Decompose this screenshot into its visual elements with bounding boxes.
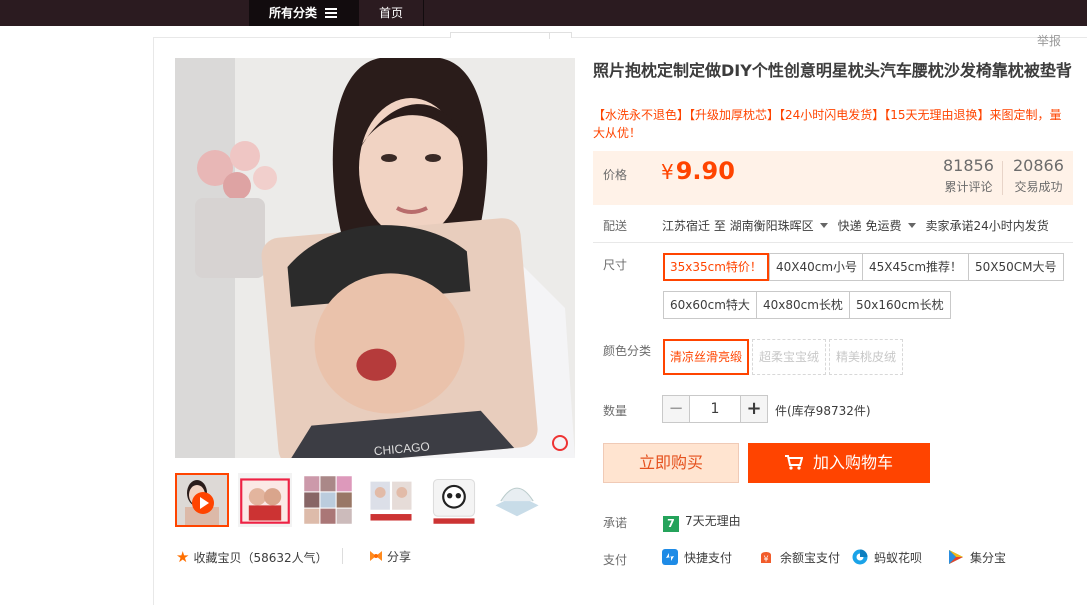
seven-day-icon: 7	[663, 516, 679, 532]
report-link[interactable]: 举报	[1037, 32, 1061, 49]
share-label: 分享	[387, 550, 412, 564]
share-icon	[370, 551, 382, 561]
ship-from: 江苏宿迁 至	[662, 219, 726, 233]
sales-label: 交易成功	[1014, 180, 1063, 194]
thumbnail-6[interactable]	[490, 473, 544, 527]
favorite-label: 收藏宝贝（58632人气）	[193, 551, 328, 565]
color-option[interactable]: 清凉丝滑亮缎	[663, 339, 750, 375]
color-option[interactable]: 精美桃皮绒	[829, 339, 904, 375]
ship-method-select[interactable]: 快递 免运费	[838, 219, 926, 233]
ship-to-label: 湖南衡阳珠晖区	[729, 219, 814, 233]
dropdown-stub	[450, 32, 572, 39]
size-option[interactable]: 40X40cm小号	[769, 253, 865, 281]
thumbnail-5[interactable]	[427, 473, 481, 527]
chevron-down-icon	[819, 223, 828, 228]
quantity-input[interactable]: 1	[689, 395, 741, 423]
product-title: 照片抱枕定制定做DIY个性创意明星枕头汽车腰枕沙发椅靠枕被垫背	[593, 61, 1072, 80]
size-label: 尺寸	[603, 258, 628, 272]
payment-label: 支付	[603, 553, 628, 567]
reviews-label: 累计评论	[944, 180, 993, 194]
add-to-cart-button[interactable]: 加入购物车	[748, 443, 930, 483]
shipping-label: 配送	[603, 219, 628, 233]
stock-info: 件(库存98732件)	[775, 404, 871, 418]
ship-to-select[interactable]: 湖南衡阳珠晖区	[730, 219, 838, 233]
list-icon	[325, 8, 337, 18]
sales-stat: 20866 交易成功	[1013, 156, 1064, 195]
chevron-down-icon	[907, 223, 916, 228]
reviews-count: 81856	[943, 156, 994, 175]
quantity-label: 数量	[603, 404, 628, 418]
huabei-icon	[852, 549, 868, 565]
payment-method[interactable]: 快捷支付	[662, 549, 732, 567]
size-option[interactable]: 60x60cm特大	[663, 291, 757, 319]
promise-label: 承诺	[603, 516, 628, 530]
size-option[interactable]: 35x35cm特价！	[663, 253, 769, 281]
promise-item[interactable]: 7 7天无理由	[663, 512, 741, 532]
payment-method-label: 余额宝支付	[780, 551, 841, 565]
quick-pay-icon	[662, 549, 678, 565]
color-label: 颜色分类	[603, 344, 652, 358]
price-label: 价格	[603, 168, 628, 182]
home-link[interactable]: 首页	[359, 0, 424, 26]
stat-divider	[1002, 161, 1003, 195]
payment-method[interactable]: ¥ 余额宝支付	[758, 549, 840, 567]
color-option[interactable]: 超柔宝宝绒	[752, 339, 827, 375]
top-nav-bar: 所有分类 首页	[0, 0, 1087, 26]
ship-method-label: 快递 免运费	[837, 219, 902, 233]
divider	[593, 242, 1073, 243]
thumbnail-2[interactable]	[238, 473, 292, 527]
main-product-image[interactable]: CHICAGO	[175, 58, 575, 458]
quantity-increase-button[interactable]: +	[740, 395, 768, 423]
balance-treasure-icon: ¥	[761, 552, 771, 564]
add-to-cart-label: 加入购物车	[812, 453, 893, 472]
share-button[interactable]: 分享	[369, 548, 411, 566]
quantity-decrease-button[interactable]: −	[662, 395, 690, 423]
promise-text: 7天无理由	[685, 514, 741, 528]
size-option[interactable]: 50X50CM大号	[968, 253, 1064, 281]
payment-method-label: 集分宝	[970, 551, 1007, 565]
all-categories-label: 所有分类	[269, 6, 318, 20]
jifenbao-icon	[949, 550, 963, 564]
thumbnail-video[interactable]	[175, 473, 229, 527]
buy-now-button[interactable]: 立即购买	[603, 443, 739, 483]
price-value: ¥9.90	[661, 157, 735, 185]
currency-symbol: ¥	[661, 160, 674, 184]
size-option[interactable]: 50x160cm长枕	[849, 291, 951, 319]
payment-method-label: 快捷支付	[684, 551, 733, 565]
shipping-info: 江苏宿迁 至 湖南衡阳珠晖区 快递 免运费 卖家承诺24小时内发货	[662, 217, 1049, 234]
payment-method-label: 蚂蚁花呗	[874, 551, 923, 565]
size-option[interactable]: 40x80cm长枕	[756, 291, 850, 319]
price-amount: 9.90	[675, 157, 735, 185]
thumbnail-3[interactable]	[301, 473, 355, 527]
ship-promise: 卖家承诺24小时内发货	[925, 219, 1049, 233]
cart-icon	[784, 455, 803, 470]
star-icon: ★	[176, 548, 190, 566]
divider	[342, 548, 343, 564]
size-option[interactable]: 45X45cm推荐！	[862, 253, 970, 281]
sales-count: 20866	[1013, 156, 1064, 175]
favorite-button[interactable]: ★ 收藏宝贝（58632人气）	[176, 548, 328, 566]
all-categories-menu[interactable]: 所有分类	[249, 0, 359, 26]
product-subtitle: 【水洗永不退色】【升级加厚枕芯】【24小时闪电发货】【15天无理由退换】来图定制…	[593, 108, 1062, 140]
thumbnail-4[interactable]	[364, 473, 418, 527]
product-photo: CHICAGO	[175, 58, 575, 458]
payment-method[interactable]: 蚂蚁花呗	[852, 549, 922, 567]
payment-method[interactable]: 集分宝	[948, 549, 1006, 567]
price-panel: 价格 ¥9.90 81856 累计评论 20866 交易成功	[593, 151, 1073, 205]
reviews-stat[interactable]: 81856 累计评论	[943, 156, 994, 195]
svg-text:¥: ¥	[763, 555, 768, 564]
